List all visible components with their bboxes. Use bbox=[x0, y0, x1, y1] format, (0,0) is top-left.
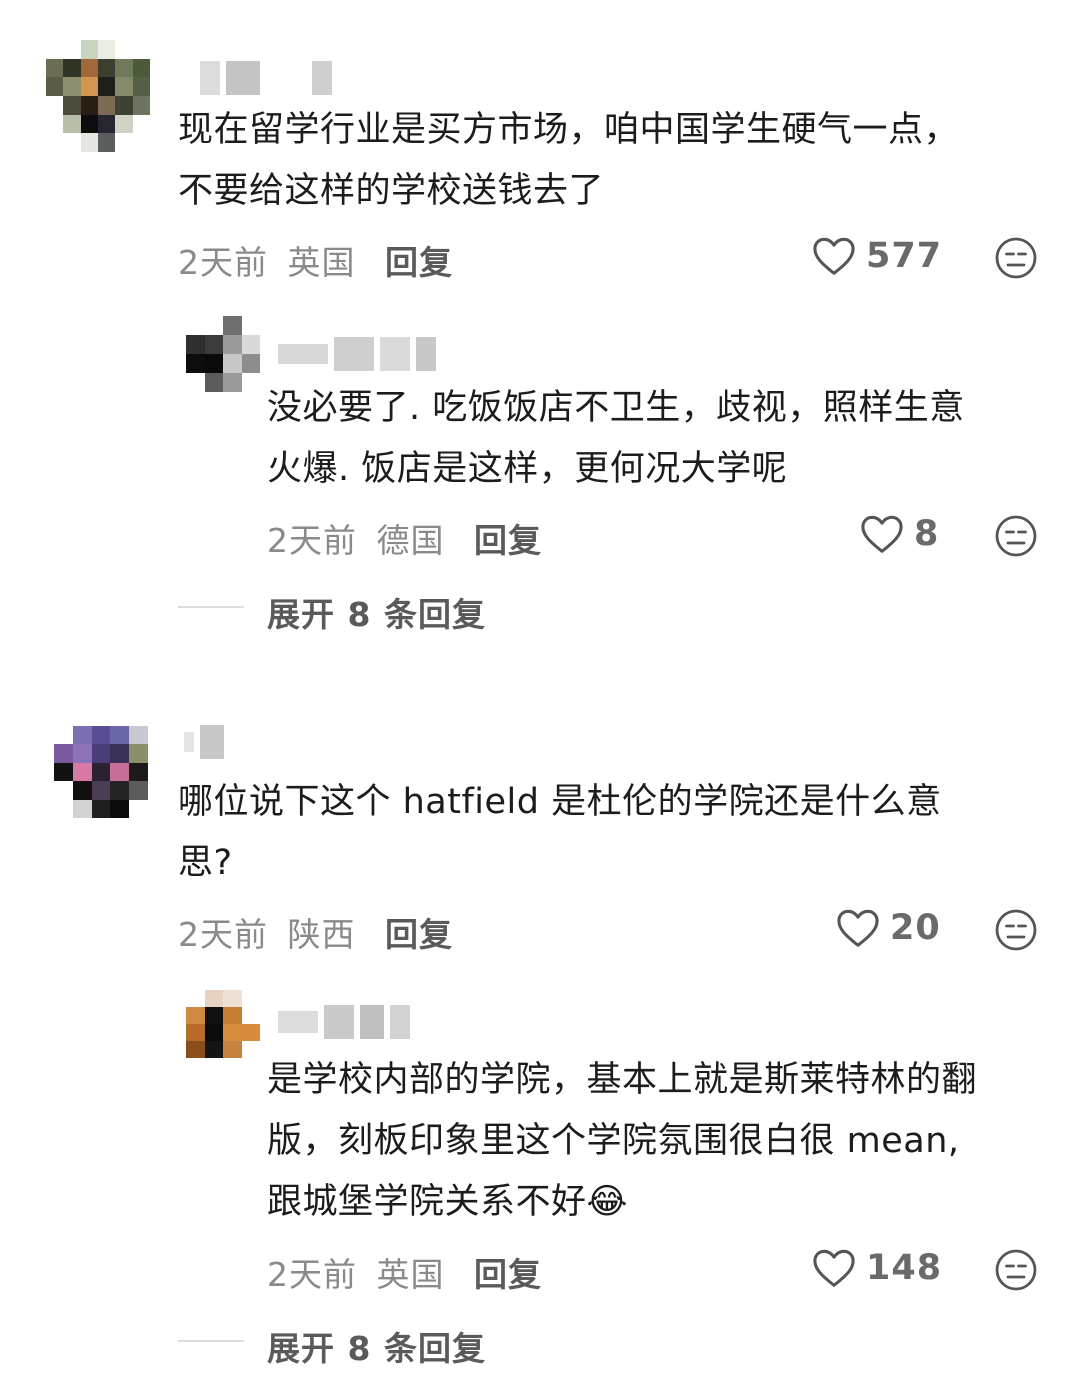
comment-text-line: 是学校内部的学院，基本上就是斯莱特林的翻 bbox=[267, 1060, 978, 1100]
comment-text-line: 火爆. 饭店是这样，更何况大学呢 bbox=[267, 449, 788, 489]
comment-text-line: 版，刻板印象里这个学院氛围很白很 mean, bbox=[267, 1121, 960, 1161]
comment-location: 德国 bbox=[376, 521, 445, 560]
comment-meta: 2天前 陕西 bbox=[178, 908, 356, 956]
comment-location: 英国 bbox=[287, 243, 356, 282]
username-redacted[interactable] bbox=[200, 60, 332, 96]
comment-text: 现在留学行业是买方市场，咱中国学生硬气一点， 不要给这样的学校送钱去了 bbox=[178, 100, 959, 222]
neutral-face-icon[interactable] bbox=[994, 514, 1038, 558]
comment-text-line: 不要给这样的学校送钱去了 bbox=[178, 171, 605, 211]
avatar[interactable] bbox=[186, 990, 260, 1058]
heart-outline-icon bbox=[813, 1249, 855, 1287]
heart-outline-icon bbox=[861, 515, 903, 553]
comment-time: 2天前 bbox=[178, 915, 268, 954]
avatar[interactable] bbox=[186, 316, 260, 392]
reply-button[interactable]: 回复 bbox=[385, 236, 453, 284]
like-count: 577 bbox=[866, 236, 943, 276]
comment-text: 没必要了. 吃饭饭店不卫生，歧视，照样生意 火爆. 饭店是这样，更何况大学呢 bbox=[267, 378, 965, 500]
comment-time: 2天前 bbox=[178, 243, 268, 282]
username-redacted[interactable] bbox=[184, 724, 224, 760]
like-count: 8 bbox=[914, 514, 940, 554]
avatar[interactable] bbox=[46, 40, 150, 152]
like-button[interactable]: 148 bbox=[812, 1248, 942, 1288]
comment-meta: 2天前 英国 bbox=[178, 236, 356, 284]
comment-text-line: 跟城堡学院关系不好😂 bbox=[267, 1182, 628, 1222]
username-redacted[interactable] bbox=[278, 336, 436, 372]
comment-text: 是学校内部的学院，基本上就是斯莱特林的翻 版，刻板印象里这个学院氛围很白很 me… bbox=[267, 1050, 977, 1233]
like-button[interactable]: 20 bbox=[836, 908, 941, 948]
comment-meta: 2天前 英国 bbox=[267, 1248, 445, 1296]
like-button[interactable]: 577 bbox=[812, 236, 942, 276]
comment-text-line: 现在留学行业是买方市场，咱中国学生硬气一点， bbox=[178, 110, 960, 150]
comment-text-line: 没必要了. 吃饭饭店不卫生，歧视，照样生意 bbox=[267, 388, 965, 428]
comment-text: 哪位说下这个 hatfield 是杜伦的学院还是什么意 思? bbox=[178, 772, 942, 894]
expand-replies-button[interactable]: 展开 8 条回复 bbox=[267, 588, 486, 636]
avatar[interactable] bbox=[54, 726, 148, 818]
comment-text-line: 哪位说下这个 hatfield 是杜伦的学院还是什么意 bbox=[178, 782, 942, 822]
like-button[interactable]: 8 bbox=[860, 514, 939, 554]
heart-outline-icon bbox=[837, 909, 879, 947]
comment-meta: 2天前 德国 bbox=[267, 514, 445, 562]
like-count: 148 bbox=[866, 1248, 943, 1288]
neutral-face-icon[interactable] bbox=[994, 1248, 1038, 1292]
comment-time: 2天前 bbox=[267, 521, 357, 560]
divider bbox=[178, 1340, 244, 1342]
like-count: 20 bbox=[890, 908, 941, 948]
neutral-face-icon[interactable] bbox=[994, 908, 1038, 952]
reply-button[interactable]: 回复 bbox=[474, 1248, 542, 1296]
expand-replies-button[interactable]: 展开 8 条回复 bbox=[267, 1322, 486, 1370]
comment-location: 英国 bbox=[376, 1255, 445, 1294]
heart-outline-icon bbox=[813, 237, 855, 275]
divider bbox=[178, 606, 244, 608]
neutral-face-icon[interactable] bbox=[994, 236, 1038, 280]
reply-button[interactable]: 回复 bbox=[385, 908, 453, 956]
comment-text-line: 思? bbox=[178, 843, 233, 883]
comment-time: 2天前 bbox=[267, 1255, 357, 1294]
comment-location: 陕西 bbox=[287, 915, 356, 954]
reply-button[interactable]: 回复 bbox=[474, 514, 542, 562]
username-redacted[interactable] bbox=[278, 1004, 410, 1040]
